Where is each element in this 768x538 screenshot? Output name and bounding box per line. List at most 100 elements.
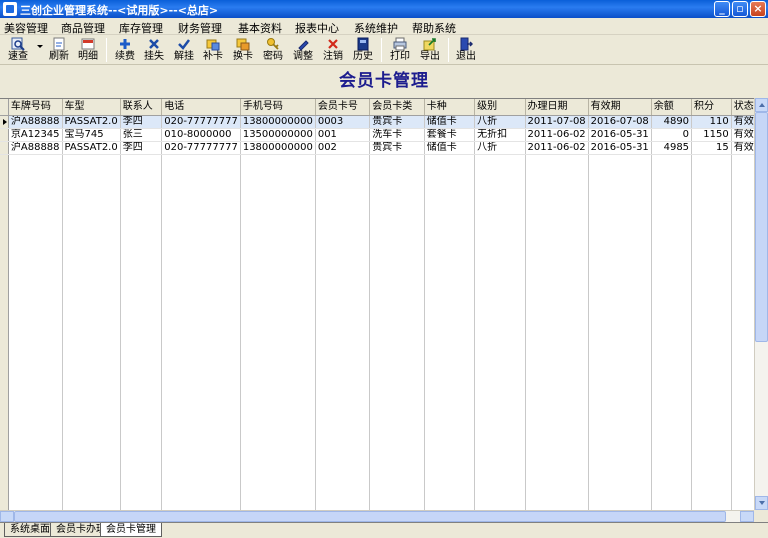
reissue-card-button[interactable]: 补卡	[197, 36, 229, 63]
cell-balance[interactable]: 4985	[651, 141, 693, 155]
cell-level[interactable]: 无折扣	[474, 128, 526, 142]
column-header[interactable]: 会员卡类	[369, 99, 425, 116]
cell-points[interactable]: 110	[691, 115, 732, 129]
report-loss-button[interactable]: 挂失	[138, 36, 170, 63]
menu-inventory[interactable]: 库存管理	[119, 20, 163, 36]
toolbar-separator	[106, 38, 107, 62]
column-header[interactable]: 余额	[651, 99, 693, 116]
cell-phone[interactable]: 010-8000000	[161, 128, 241, 142]
cell-contact[interactable]: 张三	[120, 128, 163, 142]
menu-bar: 美容管理 商品管理 库存管理 财务管理 基本资料 报表中心 系统维护 帮助系统	[0, 18, 768, 35]
table-row[interactable]: 京A12345 宝马745 张三 010-8000000 13500000000…	[0, 128, 768, 142]
cell-model[interactable]: 宝马745	[62, 128, 121, 142]
cell-card-class[interactable]: 洗车卡	[369, 128, 425, 142]
horizontal-scrollbar[interactable]	[0, 510, 754, 522]
history-button[interactable]: 历史	[347, 36, 379, 63]
cell-mobile[interactable]: 13800000000	[240, 141, 316, 155]
cell-card-type[interactable]: 储值卡	[424, 141, 476, 155]
menu-basic-data[interactable]: 基本资料	[238, 20, 282, 36]
menu-finance[interactable]: 财务管理	[178, 20, 222, 36]
scroll-down-icon[interactable]	[755, 496, 768, 510]
cell-level[interactable]: 八折	[474, 115, 526, 129]
replace-card-button[interactable]: 换卡	[227, 36, 259, 63]
cell-card-type[interactable]: 套餐卡	[424, 128, 476, 142]
cell-card-no[interactable]: 0003	[315, 115, 371, 129]
row-indicator-header	[0, 99, 9, 116]
scroll-thumb[interactable]	[755, 112, 768, 342]
column-header[interactable]: 电话	[161, 99, 241, 116]
table-row[interactable]: 沪A88888 PASSAT2.0 李四 020-77777777 138000…	[0, 115, 768, 129]
cell-phone[interactable]: 020-77777777	[161, 115, 241, 129]
unlock-button[interactable]: 解挂	[168, 36, 200, 63]
menu-reports[interactable]: 报表中心	[295, 20, 339, 36]
cell-points[interactable]: 1150	[691, 128, 732, 142]
cell-plate[interactable]: 京A12345	[8, 128, 63, 142]
column-header[interactable]: 车型	[62, 99, 121, 116]
cell-model[interactable]: PASSAT2.0	[62, 141, 121, 155]
table-row[interactable]: 沪A88888 PASSAT2.0 李四 020-77777777 138000…	[0, 141, 768, 155]
cell-card-class[interactable]: 贵宾卡	[369, 115, 425, 129]
cell-plate[interactable]: 沪A88888	[8, 141, 63, 155]
key-icon	[266, 37, 280, 51]
export-button[interactable]: 导出	[414, 36, 446, 63]
cell-issue-date[interactable]: 2011-06-02	[525, 141, 589, 155]
column-header[interactable]: 联系人	[120, 99, 163, 116]
cell-card-class[interactable]: 贵宾卡	[369, 141, 425, 155]
cell-expiry[interactable]: 2016-05-31	[588, 128, 652, 142]
cell-balance[interactable]: 4890	[651, 115, 693, 129]
menu-beauty[interactable]: 美容管理	[4, 20, 48, 36]
password-button[interactable]: 密码	[257, 36, 289, 63]
detail-icon	[81, 37, 95, 51]
cell-contact[interactable]: 李四	[120, 141, 163, 155]
bottom-tab-bar: 系统桌面 会员卡办理 会员卡管理	[0, 522, 768, 538]
scroll-thumb[interactable]	[14, 511, 726, 522]
refresh-button[interactable]: 刷新	[43, 36, 75, 63]
cell-card-no[interactable]: 001	[315, 128, 371, 142]
vertical-scrollbar[interactable]	[754, 98, 768, 510]
row-indicator	[0, 141, 9, 155]
cell-phone[interactable]: 020-77777777	[161, 141, 241, 155]
cell-plate[interactable]: 沪A88888	[8, 115, 63, 129]
cell-points[interactable]: 15	[691, 141, 732, 155]
exit-door-icon	[459, 37, 474, 51]
cell-model[interactable]: PASSAT2.0	[62, 115, 121, 129]
cell-balance[interactable]: 0	[651, 128, 693, 142]
menu-help[interactable]: 帮助系统	[412, 20, 456, 36]
column-header[interactable]: 办理日期	[525, 99, 589, 116]
menu-system[interactable]: 系统维护	[354, 20, 398, 36]
maximize-button[interactable]: ▫	[732, 1, 748, 17]
scroll-up-icon[interactable]	[755, 98, 768, 112]
scroll-right-icon[interactable]	[740, 511, 754, 522]
column-header[interactable]: 会员卡号	[315, 99, 371, 116]
cell-card-type[interactable]: 储值卡	[424, 115, 476, 129]
app-icon	[3, 2, 17, 16]
cancel-card-button[interactable]: 注销	[317, 36, 349, 63]
print-button[interactable]: 打印	[384, 36, 416, 63]
column-header[interactable]: 级别	[474, 99, 526, 116]
adjust-button[interactable]: 调整	[287, 36, 319, 63]
cell-issue-date[interactable]: 2011-06-02	[525, 128, 589, 142]
exit-button[interactable]: 退出	[450, 36, 482, 63]
column-header[interactable]: 手机号码	[240, 99, 316, 116]
close-button[interactable]: ×	[750, 1, 766, 17]
tab-card-manage[interactable]: 会员卡管理	[100, 523, 162, 537]
cell-level[interactable]: 八折	[474, 141, 526, 155]
quick-query-button[interactable]: 速查	[2, 36, 34, 63]
minimize-button[interactable]: _	[714, 1, 730, 17]
column-header[interactable]: 积分	[691, 99, 732, 116]
cell-expiry[interactable]: 2016-05-31	[588, 141, 652, 155]
cell-mobile[interactable]: 13500000000	[240, 128, 316, 142]
cell-contact[interactable]: 李四	[120, 115, 163, 129]
tab-desktop[interactable]: 系统桌面	[4, 523, 56, 537]
cell-issue-date[interactable]: 2011-07-08	[525, 115, 589, 129]
cell-expiry[interactable]: 2016-07-08	[588, 115, 652, 129]
cell-mobile[interactable]: 13800000000	[240, 115, 316, 129]
column-header[interactable]: 卡种	[424, 99, 476, 116]
menu-goods[interactable]: 商品管理	[61, 20, 105, 36]
column-header[interactable]: 车牌号码	[8, 99, 63, 116]
detail-button[interactable]: 明细	[72, 36, 104, 63]
column-header[interactable]: 有效期	[588, 99, 652, 116]
scroll-left-icon[interactable]	[0, 511, 14, 522]
cell-card-no[interactable]: 002	[315, 141, 371, 155]
renew-button[interactable]: 续费	[109, 36, 141, 63]
